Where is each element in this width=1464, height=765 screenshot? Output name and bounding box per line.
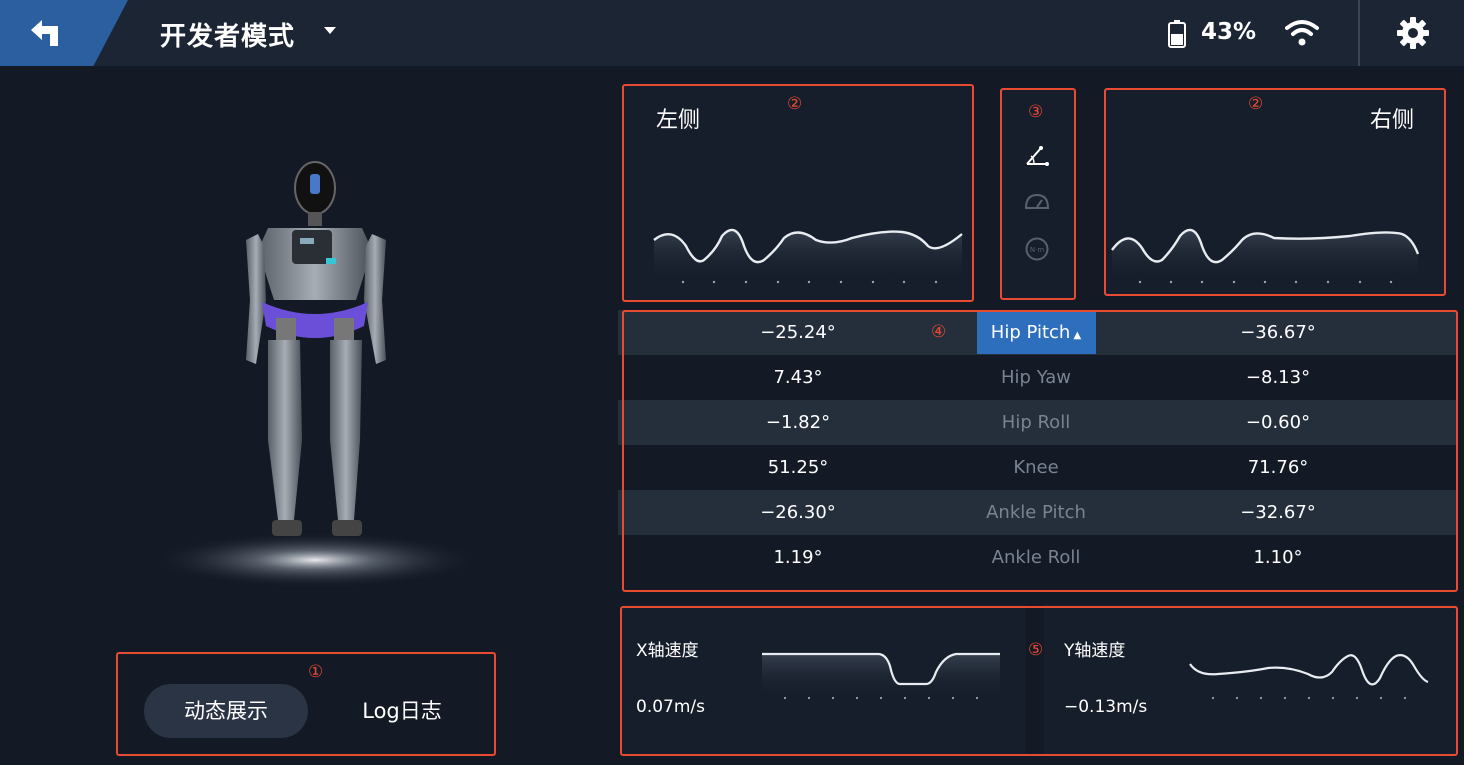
back-button[interactable] bbox=[0, 0, 128, 66]
x-speed-value: 0.07m/s bbox=[636, 697, 705, 717]
left-side-label: 左侧 bbox=[656, 108, 701, 133]
svg-text:N·m: N·m bbox=[1030, 246, 1044, 254]
y-speed-chart bbox=[1189, 654, 1429, 700]
annotation-badge-3: ③ bbox=[1028, 102, 1044, 122]
header-divider bbox=[1358, 0, 1360, 66]
battery-icon bbox=[1168, 20, 1186, 48]
speedometer-icon[interactable] bbox=[1024, 192, 1050, 212]
x-speed-label: X轴速度 bbox=[636, 641, 699, 661]
annotation-badge-2-right: ② bbox=[1248, 94, 1264, 114]
back-arrow-icon bbox=[31, 20, 58, 46]
dynamic-display-button[interactable]: 动态展示 bbox=[144, 684, 308, 738]
annotation-badge-1: ① bbox=[308, 662, 324, 682]
page-title[interactable]: 开发者模式 bbox=[160, 16, 295, 53]
angle-icon[interactable] bbox=[1024, 144, 1050, 168]
annotation-badge-4: ④ bbox=[931, 322, 947, 342]
joint-table-box bbox=[622, 310, 1458, 592]
torque-icon[interactable]: N·m bbox=[1024, 236, 1050, 262]
right-side-label: 右侧 bbox=[1370, 108, 1415, 133]
left-wave-chart bbox=[653, 228, 963, 284]
top-bar: 开发者模式 43% bbox=[0, 0, 1464, 66]
log-button[interactable]: Log日志 bbox=[330, 684, 474, 738]
robot-model-image bbox=[150, 161, 480, 588]
gear-icon[interactable] bbox=[1396, 16, 1430, 50]
annotation-badge-2-left: ② bbox=[787, 94, 803, 114]
chevron-down-icon[interactable] bbox=[324, 27, 336, 34]
y-speed-label: Y轴速度 bbox=[1064, 641, 1126, 661]
annotation-badge-5: ⑤ bbox=[1028, 640, 1044, 660]
y-speed-value: −0.13m/s bbox=[1064, 697, 1148, 717]
right-wave-chart bbox=[1111, 228, 1420, 284]
x-speed-chart bbox=[762, 652, 1000, 700]
wifi-icon bbox=[1285, 20, 1319, 46]
battery-percent: 43% bbox=[1201, 19, 1257, 45]
